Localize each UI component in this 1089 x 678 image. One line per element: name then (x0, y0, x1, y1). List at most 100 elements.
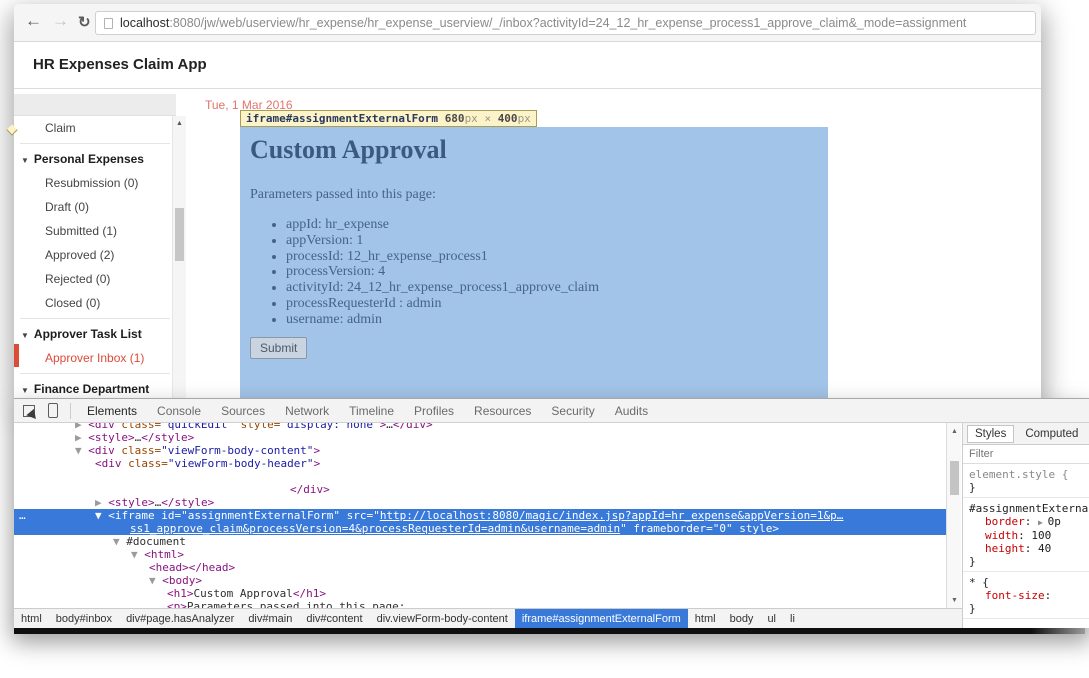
breadcrumb-item[interactable]: iframe#assignmentExternalForm (515, 609, 688, 628)
dom-tree-row[interactable]: ▼ <html> (14, 548, 946, 561)
sidebar-group-header[interactable]: ▼Personal Expenses (14, 147, 176, 171)
devtools-tab-profiles[interactable]: Profiles (404, 400, 464, 422)
breadcrumb-item[interactable]: div#page.hasAnalyzer (119, 609, 241, 628)
chevron-down-icon: ▼ (21, 386, 29, 395)
css-rules: element.style {}#assignmentExternalForm … (963, 464, 1089, 619)
styles-pane-tab-computed[interactable]: Computed (1018, 426, 1085, 442)
devtools-tab-elements[interactable]: Elements (77, 400, 147, 422)
url-path: :8080/jw/web/userview/hr_expense/hr_expe… (169, 16, 966, 30)
inspect-tooltip: iframe#assignmentExternalForm 680px × 40… (240, 110, 537, 127)
app-header: HR Expenses Claim App (14, 42, 1041, 89)
tree-token: <style> (88, 431, 134, 444)
css-property-value: 0p (1048, 515, 1061, 528)
device-mode-icon[interactable] (48, 403, 58, 418)
inspect-element-icon[interactable] (23, 405, 35, 417)
dom-tree-row[interactable]: ss1_approve_claim&processVersion=4&proce… (14, 522, 946, 535)
sidebar-item[interactable]: Approver Inbox (1) (14, 346, 176, 370)
sidebar-group-header[interactable]: ▼Finance Department (14, 377, 176, 398)
sidebar-item[interactable]: Resubmission (0) (14, 171, 176, 195)
css-property-value: 100 (1031, 529, 1051, 542)
tree-token: <div (88, 444, 115, 457)
scroll-up-icon[interactable]: ▲ (951, 428, 958, 435)
css-property[interactable]: border: ▶ 0p (969, 515, 1089, 529)
sidebar-item[interactable]: Draft (0) (14, 195, 176, 219)
sidebar-scrollbar[interactable]: ▲ (172, 116, 186, 398)
back-icon[interactable]: ← (25, 11, 42, 31)
dom-tree-row[interactable]: ▼ <body> (14, 574, 946, 587)
css-property[interactable]: height: 40 (969, 542, 1089, 555)
dom-tree-row[interactable]: <h1>Custom Approval</h1> (14, 587, 946, 600)
css-property[interactable]: font-size: (969, 589, 1089, 602)
css-property-name: font-size (985, 589, 1045, 602)
scrollbar-thumb[interactable] (175, 208, 184, 261)
dom-tree-row[interactable]: …▼ <iframe id="assignmentExternalForm" s… (14, 509, 946, 522)
dom-tree-row[interactable]: </div> (14, 483, 946, 496)
breadcrumb-item[interactable]: html (14, 609, 49, 628)
breadcrumb-item[interactable]: div#main (241, 609, 299, 628)
breadcrumb-item[interactable]: body#inbox (49, 609, 119, 628)
tree-token: <body> (162, 574, 202, 587)
breadcrumb-item[interactable]: ul (760, 609, 783, 628)
tree-token: id= (155, 509, 182, 522)
tree-token: class= (115, 423, 161, 431)
iframe-heading: Custom Approval (250, 135, 828, 165)
breadcrumb-item[interactable]: div#content (299, 609, 369, 628)
scroll-up-icon[interactable]: ▲ (176, 120, 183, 127)
scrollbar-thumb[interactable] (950, 461, 959, 495)
elements-scrollbar[interactable]: ▲ ▼ (946, 423, 961, 609)
submit-button[interactable]: Submit (250, 337, 307, 359)
sidebar-item[interactable]: Approved (2) (14, 243, 176, 267)
css-rule: * {font-size: } (963, 572, 1089, 619)
devtools-tab-security[interactable]: Security (541, 400, 604, 422)
tree-token: … (386, 423, 393, 431)
breadcrumb-item[interactable]: li (783, 609, 802, 628)
scroll-down-icon[interactable]: ▼ (951, 597, 958, 604)
dom-tree-row[interactable]: <div class="viewForm-body-header"> (14, 457, 946, 470)
devtools-tab-resources[interactable]: Resources (464, 400, 541, 422)
dom-tree-row[interactable]: ▼ <div class="viewForm-body-content"> (14, 444, 946, 457)
css-selector[interactable]: #assignmentExternalForm { (969, 502, 1089, 515)
tree-token: Custom Approval (194, 587, 293, 600)
sidebar-item[interactable]: Rejected (0) (14, 267, 176, 291)
tree-token: style= (234, 423, 280, 431)
tree-token: > (772, 522, 779, 535)
css-property-name: height (985, 542, 1025, 555)
param-item: processRequesterId : admin (286, 296, 828, 312)
css-selector[interactable]: element.style { (969, 468, 1089, 481)
expand-icon[interactable]: ▶ (1038, 518, 1048, 527)
dom-tree-row[interactable]: ▶ <div class="quickEdit" style="display:… (14, 423, 946, 431)
styles-filter-input[interactable] (963, 445, 1089, 464)
devtools-tab-sources[interactable]: Sources (211, 400, 275, 422)
devtools-tab-audits[interactable]: Audits (605, 400, 658, 422)
tree-token: src= (340, 509, 373, 522)
sidebar-item[interactable]: Claim (14, 116, 176, 140)
reload-icon[interactable]: ↻ (78, 13, 91, 31)
dom-tree-row[interactable]: ▶ <style>…</style> (14, 431, 946, 444)
param-item: username: admin (286, 312, 828, 328)
sidebar-group-header[interactable]: ▼Approver Task List (14, 322, 176, 346)
css-selector[interactable]: * { (969, 576, 1089, 589)
breadcrumb-item[interactable]: div.viewForm-body-content (370, 609, 515, 628)
devtools-tab-timeline[interactable]: Timeline (339, 400, 404, 422)
css-property[interactable]: width: 100 (969, 529, 1089, 542)
styles-pane-tab-styles[interactable]: Styles (967, 425, 1014, 443)
tree-token: "display: none" (280, 423, 379, 431)
dom-tree-row[interactable]: <head></head> (14, 561, 946, 574)
dom-tree-row[interactable] (14, 470, 946, 483)
breadcrumb-item[interactable]: body (723, 609, 761, 628)
tooltip-height: 400 (498, 112, 518, 125)
tooltip-times: × (484, 112, 491, 125)
sidebar-item[interactable]: Closed (0) (14, 291, 176, 315)
forward-icon[interactable]: → (52, 11, 69, 31)
address-bar[interactable]: localhost:8080/jw/web/userview/hr_expens… (95, 11, 1036, 35)
devtools-tab-network[interactable]: Network (275, 400, 339, 422)
sidebar-item[interactable]: Submitted (1) (14, 219, 176, 243)
breadcrumb-item[interactable]: html (688, 609, 723, 628)
dom-tree-row[interactable]: ▶ <style>…</style> (14, 496, 946, 509)
app-title: HR Expenses Claim App (33, 56, 207, 73)
devtools-tab-console[interactable]: Console (147, 400, 211, 422)
screenshot-canvas: ← → ↻ localhost:8080/jw/web/userview/hr_… (0, 0, 1089, 678)
dom-tree-row[interactable]: ▼ #document (14, 535, 946, 548)
tree-token: ▶ (75, 431, 88, 444)
tree-token: <style> (108, 496, 154, 509)
